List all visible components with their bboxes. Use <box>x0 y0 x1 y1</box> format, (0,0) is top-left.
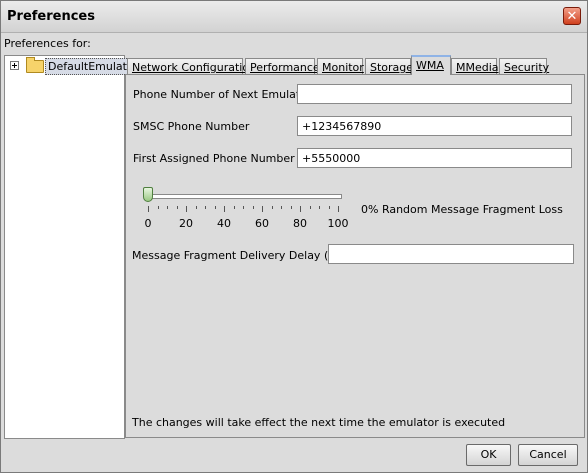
slider-tick <box>281 206 282 209</box>
tab-mmedia[interactable]: MMedia <box>451 58 499 74</box>
first-assigned-input[interactable]: +5550000 <box>297 148 572 168</box>
slider-tick <box>148 206 149 212</box>
first-assigned-label: First Assigned Phone Number <box>133 152 295 165</box>
slider-tick <box>224 206 225 212</box>
slider-tick <box>177 206 178 209</box>
delay-label: Message Fragment Delivery Delay (ms): <box>132 249 353 262</box>
slider-tick <box>319 206 320 209</box>
slider-tick <box>196 206 197 209</box>
tab-performance[interactable]: Performance <box>245 58 320 74</box>
slider-tick <box>215 206 216 209</box>
slider-tick <box>205 206 206 209</box>
ok-button[interactable]: OK <box>466 444 511 466</box>
slider-tick <box>186 206 187 212</box>
tab-security[interactable]: Security <box>499 58 549 74</box>
slider-tick <box>272 206 273 209</box>
slider-tick-label: 20 <box>179 217 193 230</box>
tab-monitor[interactable]: Monitor <box>317 58 364 74</box>
slider-tick-label: 0 <box>144 217 152 230</box>
slider-tick <box>167 206 168 209</box>
slider-tick <box>338 206 339 212</box>
slider-tick-label: 80 <box>293 217 307 230</box>
slider-tick <box>291 206 292 209</box>
fragment-loss-caption: 0% Random Message Fragment Loss <box>361 203 563 216</box>
slider-tick-label: 100 <box>327 217 349 230</box>
title-bar: Preferences ✕ <box>1 1 587 33</box>
emulator-tree[interactable]: DefaultEmulator <box>4 55 142 439</box>
delay-input[interactable] <box>328 244 574 264</box>
phone-next-label: Phone Number of Next Emulator : <box>133 88 319 101</box>
phone-next-input[interactable] <box>297 84 572 104</box>
slider-tick <box>243 206 244 209</box>
slider-tick <box>234 206 235 209</box>
slider-tick <box>310 206 311 209</box>
tree-expand-icon[interactable] <box>10 61 19 70</box>
tab-wma[interactable]: WMA <box>411 55 451 75</box>
slider-tick-label: 40 <box>217 217 231 230</box>
preferences-for-label: Preferences for: <box>4 37 91 50</box>
tab-storage[interactable]: Storage <box>365 58 413 74</box>
slider-tick-label: 60 <box>255 217 269 230</box>
slider-tick <box>158 206 159 209</box>
slider-tick <box>262 206 263 212</box>
fragment-loss-slider-track[interactable] <box>145 194 342 199</box>
fragment-loss-slider-thumb[interactable] <box>143 187 153 202</box>
tab-network-configuration[interactable]: Network Configuration <box>127 58 256 74</box>
cancel-button[interactable]: Cancel <box>518 444 578 466</box>
close-button[interactable]: ✕ <box>563 7 581 25</box>
smsc-label: SMSC Phone Number <box>133 120 250 133</box>
folder-icon <box>26 57 44 73</box>
slider-tick <box>329 206 330 209</box>
smsc-input[interactable]: +1234567890 <box>297 116 572 136</box>
restart-note: The changes will take effect the next ti… <box>132 416 506 429</box>
slider-tick <box>253 206 254 209</box>
preferences-dialog: Preferences ✕ Preferences for: DefaultEm… <box>0 0 588 473</box>
dialog-title: Preferences <box>7 9 95 24</box>
slider-tick <box>300 206 301 212</box>
